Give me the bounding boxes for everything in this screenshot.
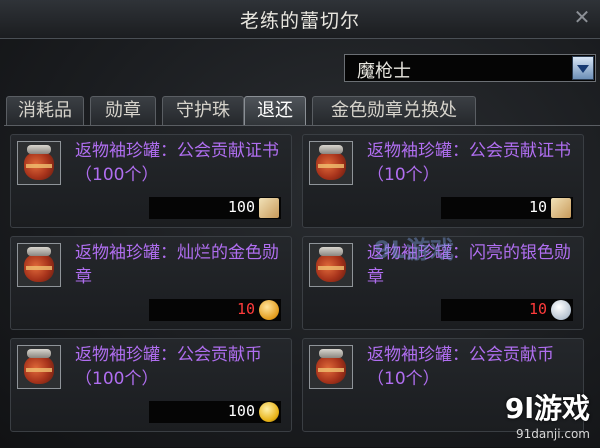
close-icon[interactable]: ✕ [570,4,594,30]
price-bar: 10 [441,197,573,219]
watermark: 9l游戏 91danji.com [505,387,590,441]
item-name: 返物袖珍罐：灿烂的金色勋章 [75,243,279,287]
watermark-logo: 9l游戏 [504,392,590,425]
pocket-jar-icon [17,345,61,389]
item-price: 10 [528,300,547,318]
pocket-jar-icon [309,243,353,287]
item-price: 10 [236,300,255,318]
list-item[interactable]: 返物袖珍罐：公会贡献证书（100个） 100 [10,134,292,228]
coin-icon [259,402,279,422]
item-price: 100 [227,402,255,420]
gold-medal-icon [259,300,279,320]
watermark-url: 91danji.com [516,427,590,441]
tab-consumables[interactable]: 消耗品 [6,96,84,126]
pocket-jar-icon [17,243,61,287]
silver-medal-icon [551,300,571,320]
pocket-jar-icon [309,345,353,389]
list-item[interactable]: 返物袖珍罐：公会贡献币（100个） 100 [10,338,292,432]
scroll-icon [259,198,279,218]
scroll-icon [551,198,571,218]
tab-medals[interactable]: 勋章 [90,96,156,126]
tab-refund[interactable]: 退还 [244,96,306,126]
list-item[interactable]: 返物袖珍罐：灿烂的金色勋章 10 [10,236,292,330]
dropdown-arrow-icon[interactable] [572,56,594,80]
tab-gold-medal-exchange[interactable]: 金色勋章兑换处 [312,96,476,126]
list-item[interactable]: 返物袖珍罐：公会贡献证书（10个） 10 [302,134,584,228]
price-bar: 100 [149,197,281,219]
shop-window: 老练的蕾切尔 ✕ 魔枪士 消耗品 勋章 守护珠 退还 金色勋章兑换处 返物袖珍罐… [0,0,600,447]
price-bar: 10 [441,299,573,321]
tab-guardian-beads[interactable]: 守护珠 [162,96,244,126]
price-bar: 100 [149,401,281,423]
item-name: 返物袖珍罐：公会贡献币（10个） [367,345,554,389]
item-name: 返物袖珍罐：公会贡献证书（10个） [367,141,571,185]
item-name: 返物袖珍罐：公会贡献币（100个） [75,345,262,389]
pocket-jar-icon [17,141,61,185]
watermark-center: 9L游戏 [374,236,454,264]
pocket-jar-icon [309,141,353,185]
item-price: 10 [528,198,547,216]
price-bar: 10 [149,299,281,321]
class-select[interactable]: 魔枪士 [344,54,596,82]
item-name: 返物袖珍罐：公会贡献证书（100个） [75,141,279,185]
title-bar: 老练的蕾切尔 ✕ [0,0,600,39]
class-select-value: 魔枪士 [357,61,411,82]
item-price: 100 [227,198,255,216]
window-title: 老练的蕾切尔 [239,10,360,32]
